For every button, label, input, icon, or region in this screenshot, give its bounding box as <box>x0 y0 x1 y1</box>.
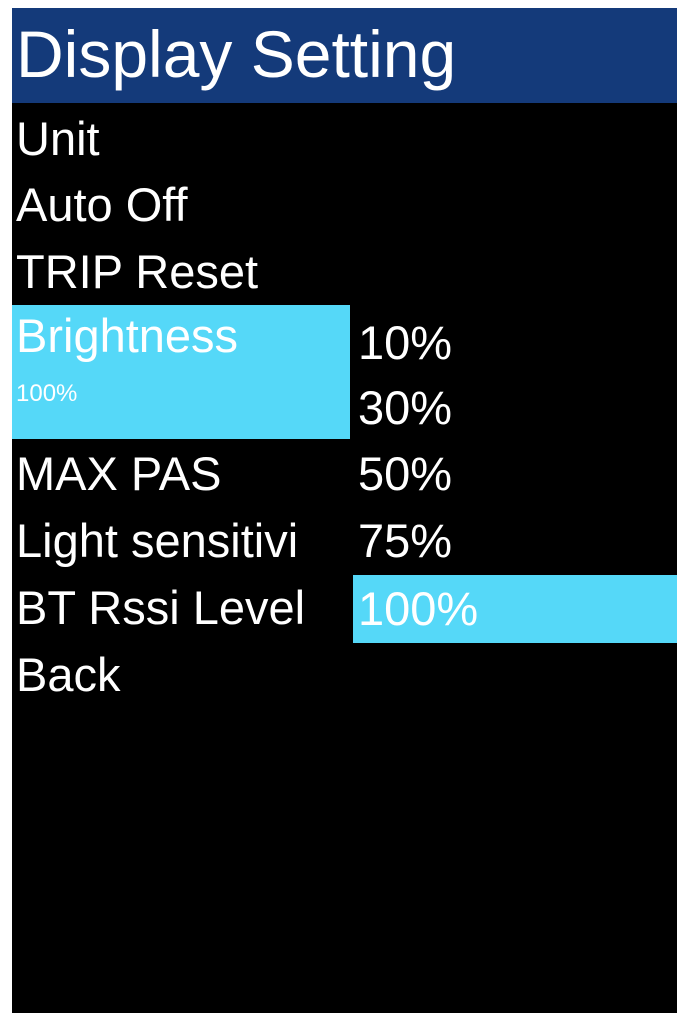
menu-item-trip-reset[interactable]: TRIP Reset <box>16 243 258 301</box>
menu-item-bt-rssi-level[interactable]: BT Rssi Level <box>16 579 305 637</box>
menu-item-unit[interactable]: Unit <box>16 110 100 168</box>
brightness-option-50[interactable]: 50% <box>358 445 452 503</box>
brightness-current-value: 100% <box>16 380 78 407</box>
menu-item-auto-off[interactable]: Auto Off <box>16 176 188 234</box>
menu-item-back[interactable]: Back <box>16 646 121 704</box>
menu-item-brightness[interactable]: Brightness 100% <box>12 305 350 439</box>
device-screen: Display Setting Unit Auto Off TRIP Reset… <box>12 8 677 1013</box>
brightness-option-100-label: 100% <box>358 582 479 635</box>
brightness-option-100[interactable]: 100% <box>353 575 677 643</box>
page-title: Display Setting <box>16 17 457 91</box>
brightness-option-75[interactable]: 75% <box>358 512 452 570</box>
brightness-label: Brightness <box>16 309 239 362</box>
menu-item-max-pas[interactable]: MAX PAS <box>16 445 221 503</box>
title-bar: Display Setting <box>12 8 677 103</box>
brightness-option-10[interactable]: 10% <box>358 314 452 372</box>
menu-item-light-sensitivity[interactable]: Light sensitivi <box>16 512 356 570</box>
brightness-option-30[interactable]: 30% <box>358 379 452 437</box>
